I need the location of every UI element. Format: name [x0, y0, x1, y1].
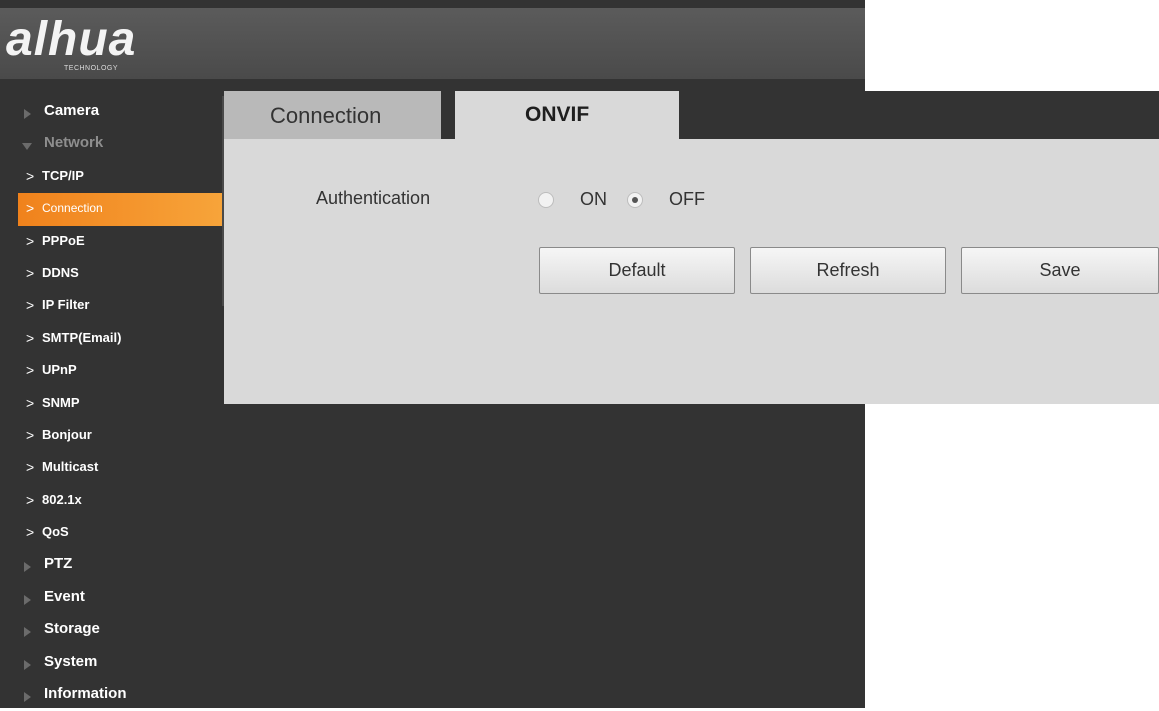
- sidebar-item-network[interactable]: Network: [0, 128, 222, 160]
- auth-off-radio[interactable]: [627, 192, 643, 208]
- sidebar-subitem-label: PPPoE: [42, 232, 85, 248]
- expanded-arrow-icon: [22, 143, 32, 151]
- sidebar-item-label: System: [44, 652, 98, 670]
- sidebar-subitem-pppoe[interactable]: > PPPoE: [0, 226, 222, 258]
- sidebar-item-ptz[interactable]: PTZ: [0, 549, 222, 581]
- auth-on-radio[interactable]: [538, 192, 554, 208]
- collapsed-arrow-icon: [24, 659, 31, 670]
- sidebar-subitem-label: QoS: [42, 524, 69, 540]
- sidebar-item-label: Network: [44, 134, 104, 152]
- sidebar-item-camera[interactable]: Camera: [0, 96, 222, 128]
- chevron-right-icon: >: [26, 297, 35, 314]
- chevron-right-icon: >: [26, 524, 35, 541]
- chevron-right-icon: >: [26, 394, 35, 411]
- sidebar-subitem-qos[interactable]: > QoS: [0, 517, 222, 549]
- tab-label: ONVIF: [525, 103, 590, 126]
- chevron-right-icon: >: [26, 264, 35, 281]
- chevron-right-icon: >: [26, 167, 35, 184]
- sidebar-subitem-label: TCP/IP: [42, 167, 84, 183]
- sidebar-item-label: Camera: [44, 102, 100, 119]
- sidebar-subitem-label: Multicast: [42, 459, 99, 475]
- collapsed-arrow-icon: [24, 109, 31, 119]
- brand-tagline: TECHNOLOGY: [64, 65, 119, 72]
- sidebar-subitem-label: SNMP: [42, 394, 80, 410]
- sidebar-subitem-label: Bonjour: [42, 426, 92, 442]
- sidebar: Camera Network > TCP/IP > Connection > P…: [0, 96, 222, 711]
- chevron-right-icon: >: [26, 459, 35, 476]
- sidebar-subitem-tcpip[interactable]: > TCP/IP: [0, 161, 222, 193]
- sidebar-subitem-multicast[interactable]: > Multicast: [0, 452, 222, 484]
- tab-onvif[interactable]: ONVIF: [455, 91, 679, 139]
- save-button[interactable]: Save: [961, 247, 1159, 294]
- chevron-right-icon: >: [26, 426, 35, 443]
- sidebar-item-label: Information: [44, 685, 127, 703]
- sidebar-subitem-smtp[interactable]: > SMTP(Email): [0, 323, 222, 355]
- sidebar-subitem-bonjour[interactable]: > Bonjour: [0, 420, 222, 452]
- sidebar-subitem-label: UPnP: [42, 362, 77, 378]
- sidebar-item-label: Storage: [44, 620, 100, 638]
- sidebar-subitem-label: IP Filter: [42, 297, 90, 313]
- collapsed-arrow-icon: [24, 594, 31, 605]
- tab-bar: Connection ONVIF: [224, 91, 1159, 139]
- onvif-settings-panel: Authentication ON OFF Default Refresh Sa…: [224, 139, 1159, 404]
- sidebar-item-label: PTZ: [44, 555, 73, 573]
- sidebar-subitem-snmp[interactable]: > SNMP: [0, 388, 222, 420]
- tab-connection[interactable]: Connection: [224, 91, 441, 139]
- auth-on-label[interactable]: ON: [580, 189, 607, 210]
- sidebar-item-system[interactable]: System: [0, 647, 222, 679]
- chevron-right-icon: >: [26, 200, 35, 217]
- sidebar-item-label: Event: [44, 587, 85, 605]
- sidebar-item-event[interactable]: Event: [0, 582, 222, 614]
- sidebar-subitem-label: SMTP(Email): [42, 329, 122, 345]
- chevron-right-icon: >: [26, 491, 35, 508]
- auth-off-label[interactable]: OFF: [669, 189, 705, 210]
- collapsed-arrow-icon: [24, 627, 31, 638]
- chevron-right-icon: >: [26, 362, 35, 379]
- chevron-right-icon: >: [26, 329, 35, 346]
- chevron-right-icon: >: [26, 232, 35, 249]
- sidebar-subitem-upnp[interactable]: > UPnP: [0, 355, 222, 387]
- sidebar-subitem-ip-filter[interactable]: > IP Filter: [0, 290, 222, 322]
- sidebar-subitem-8021x[interactable]: > 802.1x: [0, 485, 222, 517]
- sidebar-subitem-connection[interactable]: > Connection: [18, 193, 222, 226]
- sidebar-item-information[interactable]: Information: [0, 679, 222, 711]
- collapsed-arrow-icon: [24, 562, 31, 573]
- sidebar-subitem-label: Connection: [42, 201, 103, 216]
- default-button[interactable]: Default: [539, 247, 735, 294]
- sidebar-item-storage[interactable]: Storage: [0, 614, 222, 646]
- tab-label: Connection: [270, 103, 382, 128]
- sidebar-subitem-ddns[interactable]: > DDNS: [0, 258, 222, 290]
- collapsed-arrow-icon: [24, 692, 31, 703]
- sidebar-subitem-label: DDNS: [42, 264, 79, 280]
- sidebar-subitem-label: 802.1x: [42, 491, 82, 507]
- header: alhua TECHNOLOGY: [0, 8, 865, 79]
- authentication-label: Authentication: [316, 188, 431, 208]
- brand-logo: alhua: [6, 13, 137, 66]
- refresh-button[interactable]: Refresh: [750, 247, 946, 294]
